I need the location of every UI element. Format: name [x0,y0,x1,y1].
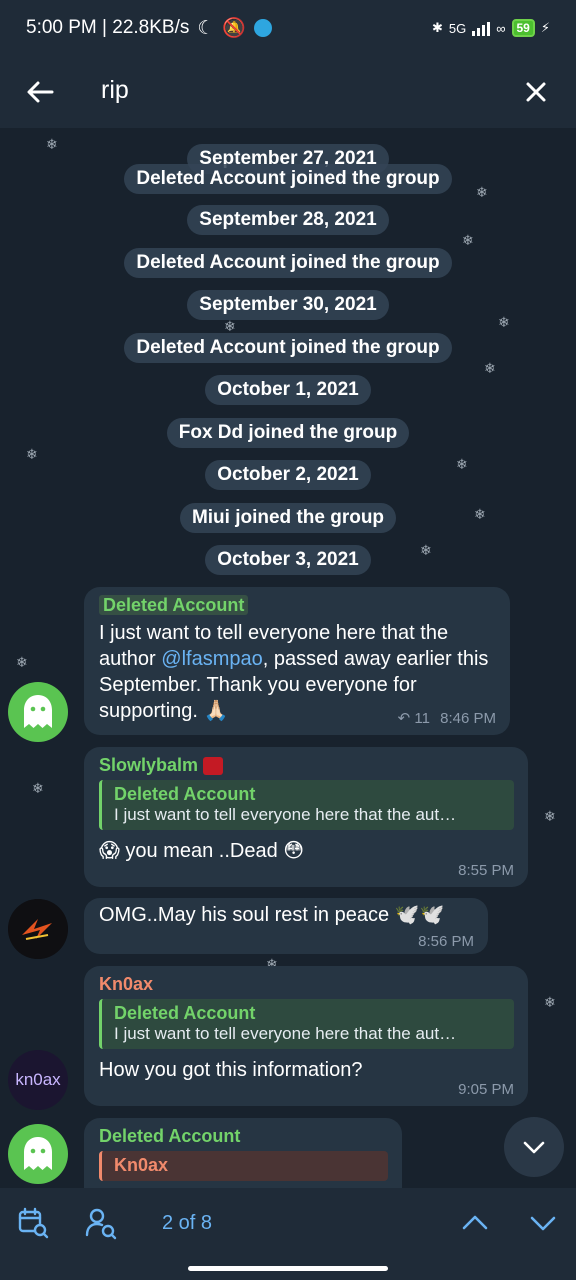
network-type: 5G [448,20,467,36]
chevron-up-icon [462,1215,488,1230]
snowflake-icon: ❄ [544,808,556,824]
moon-icon: ☾ [197,17,215,39]
reply-sender: Deleted Account [114,1003,256,1023]
message-bubble[interactable]: Deleted Account I just want to tell ever… [84,587,510,735]
message-bubble[interactable]: Kn0ax Deleted Account I just want to tel… [84,966,528,1106]
reply-text: I just want to tell everyone here that t… [114,805,457,824]
snowflake-icon: ❄ [544,994,556,1010]
mention-link[interactable]: @lfasmpao [161,648,262,670]
search-input[interactable]: rip [101,76,129,105]
reply-sender: Deleted Account [114,784,256,804]
clear-search-button[interactable] [514,70,558,114]
avatar[interactable]: kn0ax [8,1050,68,1110]
reply-preview[interactable]: Deleted Account I just want to tell ever… [99,780,514,830]
avatar[interactable] [8,1124,68,1184]
close-icon [526,82,546,102]
sender-name[interactable]: Kn0ax [99,974,514,995]
join-notice: Deleted Account joined the group [0,333,576,363]
message-bubble[interactable]: Deleted Account Kn0ax [84,1118,402,1188]
search-nav-bar: 2 of 8 [0,1188,576,1280]
join-notice: Miui joined the group [0,503,576,533]
signal-icon [472,20,491,36]
join-notice: Fox Dd joined the group [0,418,576,448]
sender-name[interactable]: Deleted Account [99,595,249,615]
message-text: 😱 you mean ..Dead 😳 [99,840,305,862]
next-result-button[interactable] [526,1206,560,1240]
ghost-icon [24,1137,52,1170]
chevron-down-icon [523,1141,545,1154]
message-time: 9:05 PM [458,1081,514,1098]
mute-icon: 🔕 [222,18,247,39]
message-meta: ↶ 11 8:46 PM [398,709,496,727]
reply-preview[interactable]: Deleted Account I just want to tell ever… [99,999,514,1049]
avatar-text: kn0ax [15,1070,61,1089]
chevron-down-icon [530,1216,556,1231]
arrow-left-icon [27,81,54,103]
search-by-user-button[interactable] [84,1206,118,1240]
telegram-icon [254,19,273,37]
battery-level: 59 [511,19,535,37]
snowflake-icon: ❄ [16,654,28,670]
reply-sender: Kn0ax [114,1155,169,1175]
scroll-down-button[interactable] [504,1117,564,1177]
date-badge: September 28, 2021 [0,205,576,235]
message-text: OMG..May his soul rest in peace 🕊️🕊️ [99,904,445,926]
message-time: 8:56 PM [418,933,474,950]
avatar[interactable] [8,682,68,742]
date-badge: October 3, 2021 [0,545,576,575]
date-badge: October 1, 2021 [0,375,576,405]
status-right: ✱ 5G ∞ 59 ⚡ [432,19,550,37]
sender-name[interactable]: Slowlybalm [99,755,198,775]
bluetooth-icon: ✱ [431,20,443,35]
reply-preview[interactable]: Kn0ax [99,1151,388,1181]
red-badge-icon [203,757,224,776]
avatar[interactable] [8,899,68,959]
reply-text: I just want to tell everyone here that t… [114,1024,457,1043]
forward-count: 11 [414,710,430,727]
message-bubble[interactable]: Slowlybalm Deleted Account I just want t… [84,747,528,887]
charging-icon: ⚡ [540,20,550,35]
status-left: 5:00 PM | 22.8KB/s ☾ 🔕 [26,16,273,40]
sender-name[interactable]: Deleted Account [99,1126,388,1147]
message-bubble[interactable]: OMG..May his soul rest in peace 🕊️🕊️ 8:5… [84,898,488,954]
snowflake-icon: ❄ [32,780,44,796]
search-result-counter: 2 of 8 [162,1212,213,1234]
back-button[interactable] [22,72,62,112]
search-toolbar: rip [0,56,576,128]
join-notice: Deleted Account joined the group [0,164,576,194]
message-time: 8:55 PM [458,862,514,879]
user-search-icon [85,1208,117,1240]
join-notice: Deleted Account joined the group [0,248,576,278]
message-text: How you got this information? [99,1059,363,1081]
forward-icon: ↶ [397,710,411,727]
chat-area[interactable]: ❄ ❄ ❄ ❄ ❄ ❄ ❄ ❄ ❄ ❄ ❄ ❄ ❄ ❄ ❄ September … [0,128,576,1188]
ghost-icon [24,695,52,728]
calendar-search-button[interactable] [16,1206,50,1240]
message-time: 8:46 PM [440,710,496,727]
date-badge: September 30, 2021 [0,290,576,320]
date-badge: October 2, 2021 [0,460,576,490]
home-indicator[interactable] [188,1266,388,1271]
avatar-logo-icon [8,899,68,959]
status-bar: 5:00 PM | 22.8KB/s ☾ 🔕 ✱ 5G ∞ 59 ⚡ [0,0,576,56]
status-time-speed: 5:00 PM | 22.8KB/s [26,17,190,38]
previous-result-button[interactable] [458,1206,492,1240]
wifi-icon: ∞ [496,20,506,36]
calendar-search-icon [18,1207,49,1239]
